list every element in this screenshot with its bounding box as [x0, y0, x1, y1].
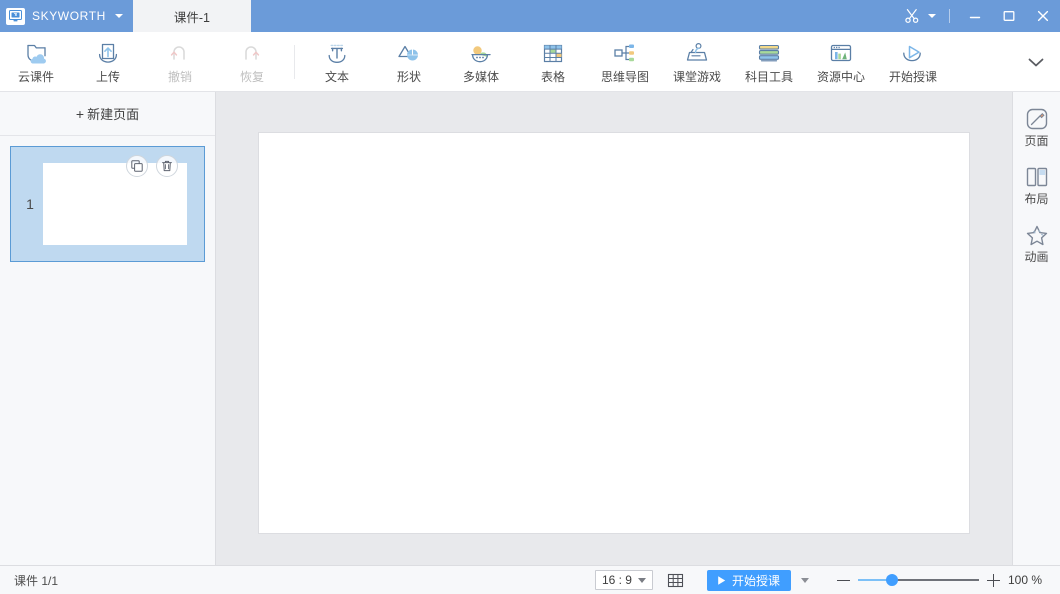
- application-window: SKYWORTH 课件-1: [0, 0, 1060, 594]
- subject-tools-icon: [754, 40, 784, 68]
- slide-canvas[interactable]: [259, 133, 969, 533]
- rail-label: 动画: [1024, 251, 1048, 264]
- slide-index: 1: [19, 196, 41, 212]
- zoom-slider[interactable]: [858, 579, 979, 581]
- rail-label: 页面: [1024, 135, 1048, 148]
- ribbon-item-multimedia[interactable]: 多媒体: [445, 33, 517, 91]
- ribbon-label: 科目工具: [745, 70, 793, 84]
- zoom-percent: 100 %: [1008, 573, 1050, 587]
- ribbon-label: 资源中心: [817, 70, 865, 84]
- rail-label: 布局: [1024, 193, 1048, 206]
- ribbon-item-start-teaching[interactable]: 开始授课: [877, 33, 949, 91]
- zoom-slider-handle[interactable]: [886, 574, 898, 586]
- slide-thumbnail-item[interactable]: 1: [10, 146, 205, 262]
- ribbon-label: 上传: [96, 70, 120, 84]
- ribbon-label: 撤销: [168, 70, 192, 84]
- slides-list[interactable]: 1: [0, 136, 215, 565]
- tab-strip: 课件-1: [133, 0, 251, 32]
- ribbon-item-undo[interactable]: 撤销: [144, 33, 216, 91]
- layout-icon: [1025, 164, 1049, 190]
- upload-icon: [94, 40, 122, 68]
- rail-item-layout[interactable]: 布局: [1014, 164, 1060, 206]
- ribbon-item-classroom-game[interactable]: 课堂游戏: [661, 33, 733, 91]
- title-bar: SKYWORTH 课件-1: [0, 0, 1060, 32]
- undo-icon: [166, 40, 194, 68]
- caret-down-icon[interactable]: [115, 14, 123, 18]
- ribbon-item-table[interactable]: 表格: [517, 33, 589, 91]
- copy-icon[interactable]: [126, 155, 148, 177]
- ribbon-item-resource-center[interactable]: 资源中心: [805, 33, 877, 91]
- slides-panel: + 新建页面 1: [0, 92, 216, 565]
- ribbon-item-text[interactable]: 文本: [301, 33, 373, 91]
- chevron-down-icon[interactable]: [1016, 33, 1056, 91]
- start-teaching-dropdown-caret-icon[interactable]: [801, 578, 809, 583]
- rail-item-animation[interactable]: 动画: [1014, 222, 1060, 264]
- shape-icon: [394, 40, 424, 68]
- ribbon-label: 开始授课: [889, 70, 937, 84]
- ribbon-label: 形状: [397, 70, 421, 84]
- mindmap-icon: [610, 40, 640, 68]
- ribbon-item-cloud-courseware[interactable]: 云课件: [0, 33, 72, 91]
- text-icon: [323, 40, 351, 68]
- zoom-controls: 100 %: [837, 573, 1050, 587]
- start-teaching-label: 开始授课: [732, 572, 780, 589]
- ribbon-item-mindmap[interactable]: 思维导图: [589, 33, 661, 91]
- ribbon-divider: [294, 45, 295, 79]
- classroom-game-icon: [682, 40, 712, 68]
- plus-icon: +: [76, 107, 84, 121]
- ribbon-item-subject-tools[interactable]: 科目工具: [733, 33, 805, 91]
- table-icon: [539, 40, 567, 68]
- page-brush-icon: [1025, 106, 1049, 132]
- tab-label: 课件-1: [174, 7, 210, 26]
- trash-icon[interactable]: [156, 155, 178, 177]
- cloud-courseware-icon: [21, 40, 51, 68]
- ribbon-label: 表格: [541, 70, 565, 84]
- animation-star-icon: [1025, 222, 1049, 248]
- ribbon-label: 文本: [325, 70, 349, 84]
- right-rail: 页面 布局 动画: [1012, 92, 1060, 565]
- title-bar-tools: [897, 0, 1060, 32]
- monitor-logo-icon: [6, 8, 25, 25]
- rail-item-page[interactable]: 页面: [1014, 106, 1060, 148]
- ribbon-label: 多媒体: [463, 70, 499, 84]
- ribbon-label: 思维导图: [601, 70, 649, 84]
- new-page-button[interactable]: + 新建页面: [0, 92, 215, 136]
- aspect-ratio-select[interactable]: 16 : 9: [595, 570, 653, 590]
- scissors-icon[interactable]: [897, 0, 923, 32]
- ribbon-label: 恢复: [240, 70, 264, 84]
- status-bar: 课件 1/1 16 : 9 开始授课 100 %: [0, 565, 1060, 594]
- minimize-icon[interactable]: [958, 0, 992, 32]
- ribbon-item-redo[interactable]: 恢复: [216, 33, 288, 91]
- ribbon-item-shape[interactable]: 形状: [373, 33, 445, 91]
- ribbon-label: 课堂游戏: [673, 70, 721, 84]
- workspace: + 新建页面 1: [0, 92, 1060, 565]
- titlebar-divider: [949, 9, 950, 23]
- close-icon[interactable]: [1026, 0, 1060, 32]
- play-icon: [716, 575, 727, 586]
- start-teaching-icon: [898, 40, 928, 68]
- resource-center-icon: [826, 40, 856, 68]
- multimedia-icon: [466, 40, 496, 68]
- plus-icon[interactable]: [987, 574, 1000, 587]
- ribbon-item-upload[interactable]: 上传: [72, 33, 144, 91]
- maximize-icon[interactable]: [992, 0, 1026, 32]
- scissors-dropdown-caret-icon[interactable]: [923, 0, 941, 32]
- brand-name: SKYWORTH: [32, 9, 106, 23]
- document-status: 课件 1/1: [14, 572, 58, 589]
- canvas-area[interactable]: [216, 92, 1012, 565]
- grid-icon[interactable]: [663, 569, 689, 591]
- caret-down-icon: [638, 578, 646, 583]
- toolbar-ribbon: 云课件 上传 撤销: [0, 32, 1060, 92]
- minus-icon[interactable]: [837, 574, 850, 587]
- ribbon-label: 云课件: [18, 70, 54, 84]
- tab-courseware-1[interactable]: 课件-1: [133, 0, 251, 32]
- new-page-label: 新建页面: [87, 104, 139, 123]
- title-bar-spacer: [251, 0, 897, 32]
- start-teaching-button[interactable]: 开始授课: [707, 570, 791, 591]
- slide-actions: [126, 155, 178, 177]
- aspect-ratio-value: 16 : 9: [602, 573, 632, 587]
- redo-icon: [238, 40, 266, 68]
- brand-menu[interactable]: SKYWORTH: [0, 0, 133, 32]
